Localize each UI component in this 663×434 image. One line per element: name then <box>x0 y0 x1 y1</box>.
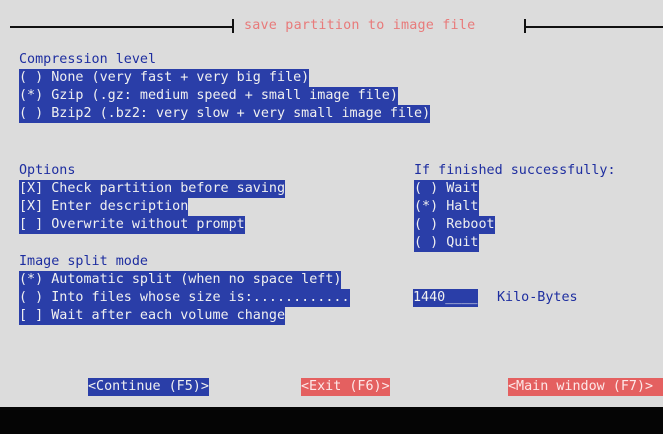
compression-heading: Compression level <box>19 52 157 67</box>
dialog-frame-tick-left <box>232 19 234 33</box>
split-size-input[interactable]: 1440____ <box>413 289 478 307</box>
compression-option-bzip2[interactable]: ( ) Bzip2 (.bz2: very slow + very small … <box>19 105 431 123</box>
option-enter-description[interactable]: [X] Enter description <box>19 198 189 216</box>
terminal-bottom-bar <box>0 407 663 434</box>
finished-option-halt[interactable]: (*) Halt <box>414 198 479 216</box>
options-heading: Options <box>19 163 76 178</box>
main-window-button[interactable]: <Main window (F7)> <box>508 378 663 396</box>
finished-heading: If finished successfully: <box>414 163 616 178</box>
finished-option-reboot[interactable]: ( ) Reboot <box>414 216 495 234</box>
exit-button[interactable]: <Exit (F6)> <box>301 378 390 396</box>
split-option-fixed-size[interactable]: ( ) Into files whose size is:...........… <box>19 289 350 307</box>
option-overwrite-without-prompt[interactable]: [ ] Overwrite without prompt <box>19 216 245 234</box>
option-check-partition[interactable]: [X] Check partition before saving <box>19 180 286 198</box>
dialog-frame-left <box>10 26 232 28</box>
dialog-frame-right <box>526 26 663 28</box>
split-option-automatic[interactable]: (*) Automatic split (when no space left) <box>19 271 342 289</box>
split-heading: Image split mode <box>19 254 148 269</box>
finished-option-quit[interactable]: ( ) Quit <box>414 234 479 252</box>
finished-option-wait[interactable]: ( ) Wait <box>414 180 479 198</box>
ncurses-screen: save partition to image file Compression… <box>0 0 663 434</box>
split-size-unit: Kilo-Bytes <box>497 290 578 305</box>
split-option-wait-volume-change[interactable]: [ ] Wait after each volume change <box>19 307 286 325</box>
dialog-title: save partition to image file <box>244 18 476 33</box>
continue-button[interactable]: <Continue (F5)> <box>88 378 209 396</box>
compression-option-none[interactable]: ( ) None (very fast + very big file) <box>19 69 310 87</box>
compression-option-gzip[interactable]: (*) Gzip (.gz: medium speed + small imag… <box>19 87 398 105</box>
